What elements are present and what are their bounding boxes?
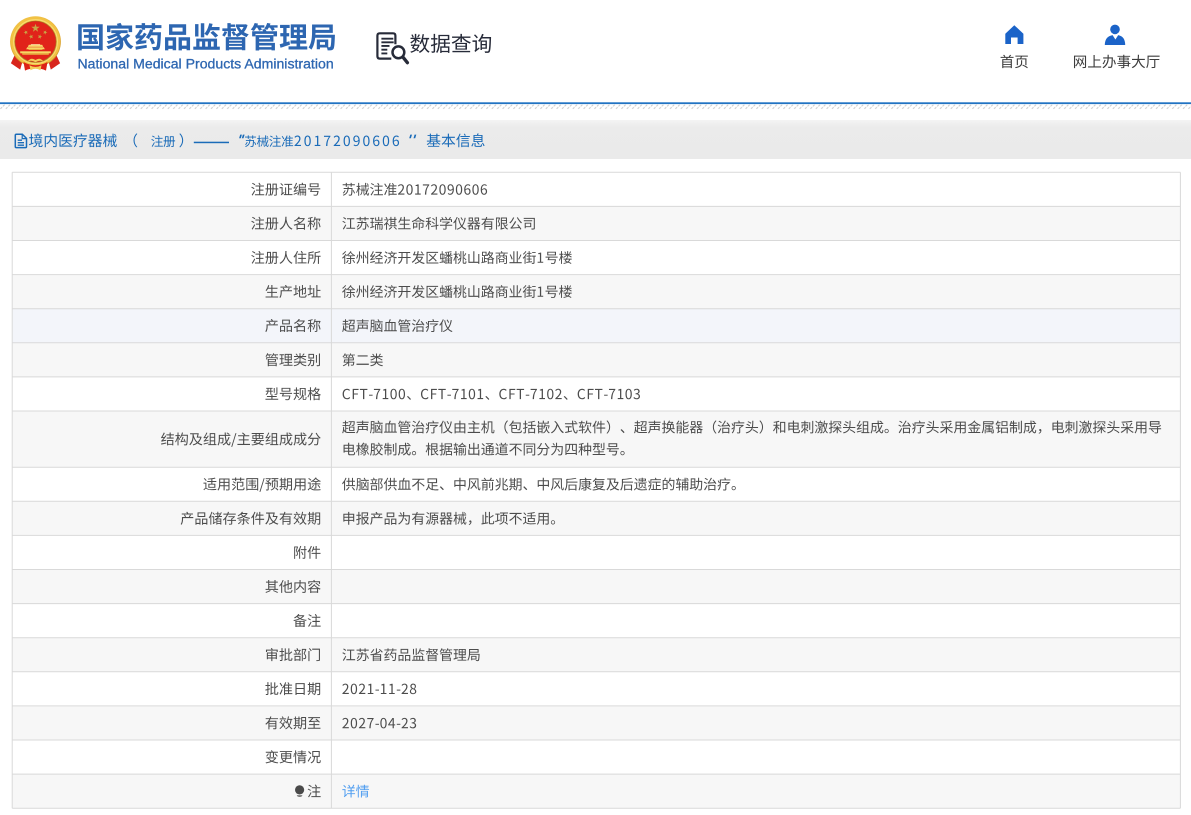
svg-text:National Medical Products Admi: National Medical Products Administration bbox=[78, 56, 334, 72]
